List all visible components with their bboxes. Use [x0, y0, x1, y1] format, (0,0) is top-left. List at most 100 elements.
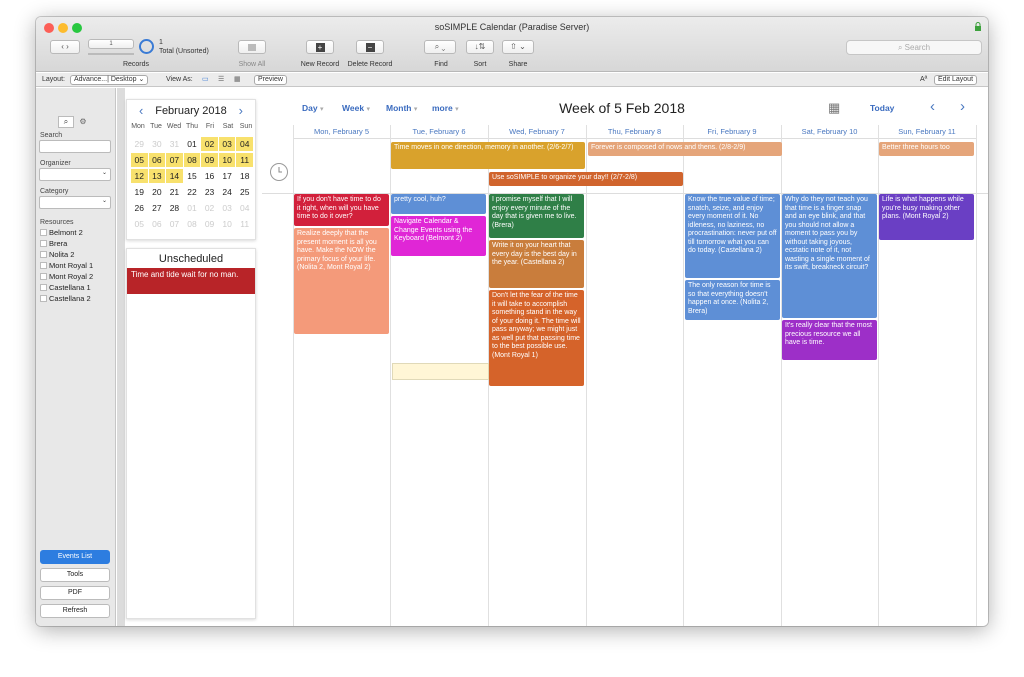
unscheduled-event[interactable]: Time and tide wait for no man.	[127, 268, 255, 294]
preview-button[interactable]: Preview	[254, 75, 287, 85]
month-view-button[interactable]: Month ▾	[386, 103, 417, 113]
resource-checkbox[interactable]: Nolita 2	[40, 250, 74, 259]
checkbox[interactable]	[40, 251, 47, 258]
edit-layout-button[interactable]: Edit Layout	[934, 75, 978, 85]
calendar-event[interactable]: Why do they not teach you that time is a…	[782, 194, 877, 318]
resource-checkbox[interactable]: Mont Royal 2	[40, 272, 93, 281]
mini-calendar-day[interactable]: 27	[149, 201, 166, 215]
calendar-event[interactable]: Use soSIMPLE to organize your day!! (2/7…	[489, 172, 683, 186]
calendar-event[interactable]: Navigate Calendar & Change Events using …	[391, 216, 486, 256]
form-view-icon[interactable]: ▭	[202, 73, 209, 87]
day-header[interactable]: Mon, February 5	[293, 125, 390, 139]
mini-calendar-day[interactable]: 09	[201, 153, 218, 167]
events-list-button[interactable]: Events List	[40, 550, 110, 564]
mini-calendar-day[interactable]: 24	[219, 185, 236, 199]
day-header[interactable]: Fri, February 9	[683, 125, 781, 139]
mini-calendar-day[interactable]: 15	[184, 169, 201, 183]
sidebar-search-button[interactable]: ⌕	[58, 116, 74, 128]
calendar-event[interactable]: I promise myself that I will enjoy every…	[489, 194, 584, 238]
sidebar-settings-button[interactable]: ⚙	[76, 116, 90, 128]
week-view-button[interactable]: Week ▾	[342, 103, 370, 113]
text-format-icon[interactable]: Aª	[920, 73, 927, 87]
mini-calendar-day[interactable]: 06	[149, 217, 166, 231]
record-nav-arrows[interactable]: ‹ ›	[50, 40, 80, 54]
mini-calendar-day[interactable]: 11	[236, 153, 253, 167]
mini-calendar-day[interactable]: 02	[201, 201, 218, 215]
calendar-event[interactable]: Better three hours too	[879, 142, 974, 156]
mini-calendar-day[interactable]: 11	[236, 217, 253, 231]
tools-button[interactable]: Tools	[40, 568, 110, 582]
next-week-arrow-icon[interactable]: ›	[960, 98, 965, 115]
mini-calendar-day[interactable]: 18	[236, 169, 253, 183]
list-view-icon[interactable]: ☰	[218, 73, 224, 87]
resource-checkbox[interactable]: Mont Royal 1	[40, 261, 93, 270]
mini-calendar-day[interactable]: 03	[219, 201, 236, 215]
calendar-event[interactable]: It's really clear that the most precious…	[782, 320, 877, 360]
checkbox[interactable]	[40, 262, 47, 269]
share-button[interactable]: ⇧ ⌄	[502, 40, 534, 54]
layout-select[interactable]: Advance...| Desktop ⌄	[70, 75, 149, 85]
refresh-button[interactable]: Refresh	[40, 604, 110, 618]
mini-calendar-day[interactable]: 17	[219, 169, 236, 183]
mini-calendar-day[interactable]: 29	[131, 137, 148, 151]
show-all-button[interactable]	[238, 40, 266, 54]
mini-calendar-day[interactable]: 03	[218, 137, 236, 151]
checkbox[interactable]	[40, 295, 47, 302]
mini-calendar-day[interactable]: 14	[166, 169, 183, 183]
calendar-event[interactable]: Write it on your heart that every day is…	[489, 240, 584, 288]
resource-checkbox[interactable]: Brera	[40, 239, 67, 248]
mini-calendar-day[interactable]: 01	[184, 137, 201, 151]
mini-calendar-day[interactable]: 16	[201, 169, 218, 183]
sort-button[interactable]: ↓⇅	[466, 40, 494, 54]
mini-calendar-day[interactable]: 19	[131, 185, 148, 199]
checkbox[interactable]	[40, 229, 47, 236]
checkbox[interactable]	[40, 273, 47, 280]
resource-checkbox[interactable]: Castellana 1	[40, 283, 91, 292]
new-record-button[interactable]: +	[306, 40, 334, 54]
organizer-select[interactable]: ⌄	[39, 168, 111, 181]
calendar-event[interactable]: The only reason for time is so that ever…	[685, 280, 780, 320]
checkbox[interactable]	[40, 240, 47, 247]
sidebar-search-field[interactable]	[39, 140, 111, 153]
day-header[interactable]: Tue, February 6	[390, 125, 488, 139]
mini-calendar-day[interactable]: 07	[166, 153, 183, 167]
next-month-arrow-icon[interactable]: ›	[239, 103, 243, 118]
calendar-event[interactable]: Realize deeply that the present moment i…	[294, 228, 389, 334]
mini-calendar-day[interactable]: 06	[148, 153, 166, 167]
mini-calendar-day[interactable]: 04	[236, 137, 253, 151]
mini-calendar-day[interactable]: 05	[131, 153, 148, 167]
mini-calendar-day[interactable]: 21	[166, 185, 183, 199]
mini-calendar-day[interactable]: 07	[166, 217, 183, 231]
record-number-field[interactable]: 1	[88, 39, 134, 49]
mini-calendar-day[interactable]: 08	[183, 153, 201, 167]
category-select[interactable]: ⌄	[39, 196, 111, 209]
mini-calendar-day[interactable]: 30	[149, 137, 166, 151]
delete-record-button[interactable]: −	[356, 40, 384, 54]
day-header[interactable]: Wed, February 7	[488, 125, 586, 139]
more-views-button[interactable]: more ▾	[432, 103, 459, 113]
day-header[interactable]: Sat, February 10	[781, 125, 878, 139]
mini-calendar-day[interactable]: 01	[184, 201, 201, 215]
mini-calendar-day[interactable]: 13	[148, 169, 166, 183]
mini-calendar-day[interactable]: 05	[131, 217, 148, 231]
mini-calendar-day[interactable]: 08	[184, 217, 201, 231]
mini-calendar-day[interactable]: 26	[131, 201, 148, 215]
calendar-event[interactable]: Forever is composed of nows and thens. (…	[588, 142, 782, 156]
calendar-event[interactable]: Life is what happens while you're busy m…	[879, 194, 974, 240]
day-header[interactable]: Sun, February 11	[878, 125, 976, 139]
mini-calendar-day[interactable]: 04	[236, 201, 253, 215]
mini-calendar-day[interactable]: 20	[149, 185, 166, 199]
prev-week-arrow-icon[interactable]: ‹	[930, 98, 935, 115]
mini-calendar-day[interactable]: 22	[184, 185, 201, 199]
calendar-event[interactable]: Don't let the fear of the time it will t…	[489, 290, 584, 386]
calendar-event[interactable]: pretty cool, huh?	[391, 194, 486, 214]
find-button[interactable]: ⌕ ⌄	[424, 40, 456, 54]
day-view-button[interactable]: Day ▾	[302, 103, 323, 113]
calendar-event[interactable]: Know the true value of time; snatch, sei…	[685, 194, 780, 278]
mini-calendar-day[interactable]: 12	[131, 169, 148, 183]
today-button[interactable]: Today	[870, 103, 894, 113]
mini-calendar-day[interactable]: 10	[218, 153, 236, 167]
table-view-icon[interactable]: ▦	[234, 73, 241, 87]
calendar-event[interactable]: If you don't have time to do it right, w…	[294, 194, 389, 226]
resource-checkbox[interactable]: Belmont 2	[40, 228, 83, 237]
